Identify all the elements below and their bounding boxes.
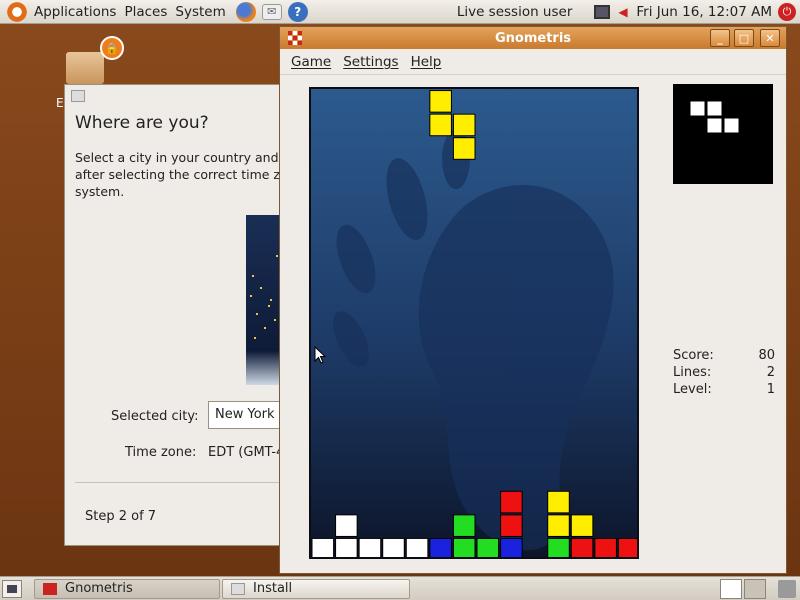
stacked-block [547, 537, 570, 557]
desktop-icon-label: E [56, 96, 64, 110]
taskbar-item-gnometris[interactable]: Gnometris [34, 579, 220, 599]
installer-window: Where are you? Select a city in your cou… [64, 84, 285, 546]
lines-label: Lines: [673, 365, 712, 380]
menu-settings[interactable]: Settings [343, 54, 398, 70]
stacked-block [500, 514, 523, 537]
next-piece-block [723, 117, 740, 134]
next-piece-block [706, 117, 723, 134]
gnometris-app-icon [288, 31, 302, 45]
instructions-text: Select a city in your country and after … [75, 150, 280, 199]
stacked-block [476, 537, 500, 557]
lock-icon: 🔒 [100, 36, 124, 60]
menu-applications[interactable]: Applications [34, 4, 116, 20]
stacked-block [500, 537, 523, 557]
falling-piece-block [429, 113, 452, 137]
score-panel: Score: 80 Lines: 2 Level: 1 [673, 347, 775, 398]
stacked-block [500, 490, 523, 514]
workspace-2[interactable] [744, 579, 766, 599]
selected-city-label: Selected city: [111, 409, 199, 424]
stacked-block [617, 537, 637, 557]
next-piece-block [689, 100, 706, 117]
network-icon[interactable] [594, 5, 611, 19]
gnometris-task-icon [43, 583, 57, 595]
stacked-block [570, 514, 594, 537]
show-desktop-button[interactable] [2, 580, 22, 598]
lines-value: 2 [766, 365, 775, 380]
time-zone-value: EDT (GMT-4 [208, 445, 285, 460]
maximize-button[interactable]: □ [734, 29, 754, 47]
next-piece-preview [673, 84, 773, 184]
desktop-folder-icon[interactable] [66, 52, 104, 84]
menu-system[interactable]: System [175, 4, 225, 20]
stacked-block [594, 537, 617, 557]
falling-piece-block [452, 137, 476, 160]
menu-places[interactable]: Places [124, 4, 167, 20]
clock[interactable]: Fri Jun 16, 12:07 AM [636, 4, 772, 20]
stacked-block [358, 537, 382, 557]
menu-bar: Game Settings Help [280, 49, 786, 75]
selected-city-field[interactable]: New York [208, 401, 285, 429]
help-icon[interactable]: ? [287, 1, 308, 22]
next-piece-block [706, 100, 723, 117]
taskbar-item-label: Install [253, 581, 293, 596]
mail-icon[interactable]: ✉ [261, 3, 282, 20]
falling-piece-block [429, 90, 452, 113]
ubuntu-logo-icon[interactable] [6, 0, 28, 23]
trash-icon[interactable] [778, 580, 796, 598]
taskbar-item-install[interactable]: Install [222, 579, 410, 599]
gnometris-window: Gnometris _ □ ✕ Game Settings Help Score… [279, 26, 787, 574]
install-task-icon [231, 583, 245, 595]
step-indicator: Step 2 of 7 [85, 509, 157, 524]
firefox-icon[interactable] [235, 1, 256, 22]
top-panel: Applications Places System ✉ ? Live sess… [0, 0, 800, 24]
stacked-block [452, 514, 476, 537]
stacked-block [429, 537, 452, 557]
volume-icon[interactable]: ◀ [618, 5, 632, 19]
taskbar-item-label: Gnometris [65, 581, 133, 596]
stacked-block [335, 514, 358, 537]
minimize-button[interactable]: _ [710, 29, 730, 47]
bottom-panel: Gnometris Install [0, 576, 800, 600]
close-button[interactable]: ✕ [760, 29, 780, 47]
window-title: Gnometris [494, 30, 572, 46]
score-label: Score: [673, 348, 714, 363]
divider [75, 482, 285, 483]
page-title: Where are you? [75, 113, 209, 133]
session-user[interactable]: Live session user [457, 4, 573, 20]
stacked-block [547, 514, 570, 537]
stacked-block [335, 537, 358, 557]
stacked-block [570, 537, 594, 557]
stacked-block [311, 537, 335, 557]
falling-piece-block [452, 113, 476, 137]
power-icon[interactable]: ⏻ [778, 3, 796, 21]
stacked-block [452, 537, 476, 557]
menu-help[interactable]: Help [411, 54, 442, 70]
level-label: Level: [673, 382, 712, 397]
score-value: 80 [758, 348, 775, 363]
title-bar[interactable]: Gnometris _ □ ✕ [280, 27, 786, 49]
game-board[interactable] [309, 87, 639, 559]
level-value: 1 [766, 382, 775, 397]
time-zone-label: Time zone: [125, 445, 197, 460]
installer-window-icon [71, 90, 85, 102]
stacked-block [547, 490, 570, 514]
menu-game[interactable]: Game [291, 54, 331, 70]
mouse-cursor-icon [314, 346, 326, 364]
stacked-block [382, 537, 405, 557]
stacked-block [405, 537, 429, 557]
workspace-1[interactable] [720, 579, 742, 599]
